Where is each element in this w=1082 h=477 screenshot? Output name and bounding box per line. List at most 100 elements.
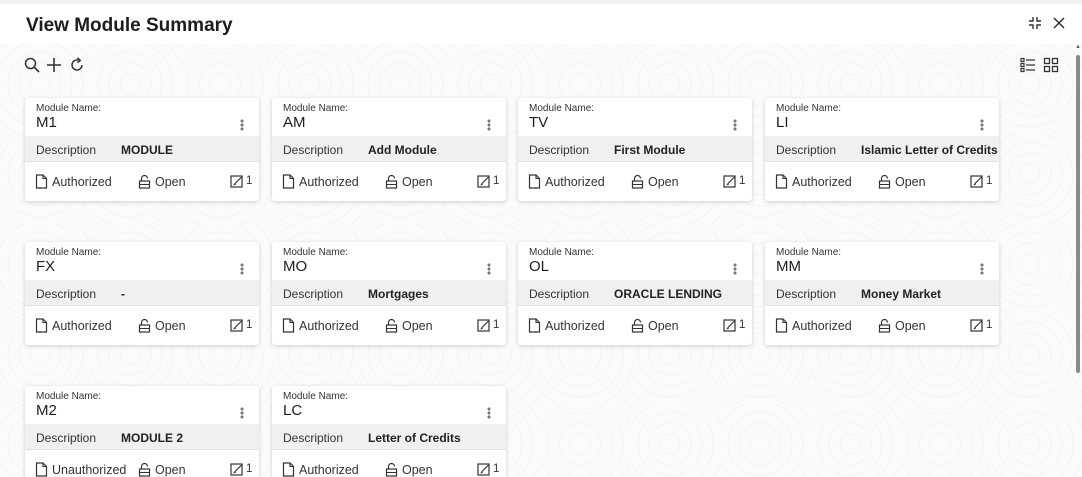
lock-status[interactable]: Open	[385, 318, 433, 333]
edit-count[interactable]: 1	[477, 174, 499, 188]
scroll-up-arrow[interactable]: ▲	[1075, 44, 1081, 50]
more-options-icon[interactable]	[977, 262, 987, 276]
lock-status[interactable]: Open	[385, 462, 433, 477]
module-card[interactable]: Module Name: FX Description - Authorized…	[25, 242, 259, 345]
module-card[interactable]: Module Name: MM Description Money Market	[765, 242, 999, 345]
module-name-label: Module Name:	[529, 247, 595, 258]
edit-icon	[723, 174, 737, 188]
module-card[interactable]: Module Name: TV Description First Module	[518, 98, 752, 201]
edit-count-value: 1	[493, 175, 500, 187]
auth-status[interactable]: Authorized	[528, 174, 605, 189]
auth-status[interactable]: Authorized	[775, 174, 852, 189]
description-value: Mortgages	[368, 287, 429, 301]
module-name-label: Module Name:	[776, 103, 842, 114]
auth-status[interactable]: Authorized	[35, 174, 112, 189]
lock-status[interactable]: Open	[878, 174, 926, 189]
edit-count[interactable]: 1	[477, 462, 499, 476]
more-options-icon[interactable]	[237, 262, 247, 276]
list-view-icon[interactable]	[1018, 55, 1038, 75]
lock-status[interactable]: Open	[878, 318, 926, 333]
edit-count[interactable]: 1	[230, 174, 252, 188]
module-card[interactable]: Module Name: M1 Description MODULE Autho…	[25, 98, 259, 201]
lock-status[interactable]: Open	[385, 174, 433, 189]
card-footer: Authorized Open 1	[272, 306, 506, 345]
edit-icon	[723, 318, 737, 332]
more-options-icon[interactable]	[237, 406, 247, 420]
unlock-icon	[631, 174, 644, 189]
auth-status[interactable]: Authorized	[775, 318, 852, 333]
module-card[interactable]: Module Name: M2 Description MODULE 2 Una…	[25, 386, 259, 477]
auth-status[interactable]: Unauthorized	[35, 462, 126, 477]
card-header: Module Name: M1	[25, 98, 259, 136]
more-options-icon[interactable]	[730, 118, 740, 132]
unlock-icon	[631, 318, 644, 333]
module-name-label: Module Name:	[529, 103, 595, 114]
more-options-icon[interactable]	[484, 118, 494, 132]
search-icon[interactable]	[22, 55, 42, 75]
lock-status[interactable]: Open	[138, 174, 186, 189]
more-options-icon[interactable]	[484, 262, 494, 276]
lock-status-label: Open	[895, 318, 926, 333]
edit-count-value: 1	[739, 175, 746, 187]
lock-status[interactable]: Open	[631, 318, 679, 333]
unlock-icon	[138, 174, 151, 189]
description-value: Add Module	[368, 143, 437, 157]
refresh-icon[interactable]	[67, 55, 87, 75]
maximize-icon[interactable]	[1024, 12, 1046, 34]
auth-status-label: Authorized	[792, 174, 852, 189]
module-card[interactable]: Module Name: MO Description Mortgages Au…	[272, 242, 506, 345]
edit-count[interactable]: 1	[970, 174, 992, 188]
auth-status[interactable]: Authorized	[282, 318, 359, 333]
lock-status-label: Open	[402, 174, 433, 189]
module-card[interactable]: Module Name: AM Description Add Module A…	[272, 98, 506, 201]
document-status-icon	[282, 174, 295, 189]
more-options-icon[interactable]	[237, 118, 247, 132]
document-status-icon	[775, 174, 788, 189]
auth-status-label: Authorized	[545, 174, 605, 189]
unlock-icon	[878, 174, 891, 189]
card-footer: Authorized Open 1	[272, 162, 506, 201]
description-row: Description MODULE	[25, 136, 259, 162]
card-header: Module Name: M2	[25, 386, 259, 424]
close-icon[interactable]	[1048, 12, 1070, 34]
lock-status[interactable]: Open	[138, 318, 186, 333]
edit-count-value: 1	[986, 175, 993, 187]
card-header: Module Name: TV	[518, 98, 752, 136]
description-label: Description	[283, 431, 344, 445]
module-name-value: TV	[529, 114, 549, 131]
edit-icon	[970, 318, 984, 332]
auth-status[interactable]: Authorized	[35, 318, 112, 333]
auth-status[interactable]: Authorized	[282, 174, 359, 189]
auth-status-label: Authorized	[545, 318, 605, 333]
module-card[interactable]: Module Name: LC Description Letter of Cr…	[272, 386, 506, 477]
module-card[interactable]: Module Name: LI Description Islamic Lett…	[765, 98, 999, 201]
edit-count[interactable]: 1	[970, 318, 992, 332]
add-icon[interactable]	[44, 55, 64, 75]
lock-status-label: Open	[648, 174, 679, 189]
scrollbar[interactable]	[1076, 55, 1080, 373]
module-name-value: M2	[36, 402, 57, 419]
edit-count[interactable]: 1	[230, 318, 252, 332]
auth-status[interactable]: Authorized	[528, 318, 605, 333]
auth-status[interactable]: Authorized	[282, 462, 359, 477]
edit-count[interactable]: 1	[723, 318, 745, 332]
description-row: Description Add Module	[272, 136, 506, 162]
edit-count[interactable]: 1	[723, 174, 745, 188]
document-status-icon	[35, 462, 48, 477]
grid-view-icon[interactable]	[1041, 55, 1061, 75]
module-card[interactable]: Module Name: OL Description ORACLE LENDI…	[518, 242, 752, 345]
lock-status-label: Open	[895, 174, 926, 189]
more-options-icon[interactable]	[977, 118, 987, 132]
lock-status[interactable]: Open	[138, 462, 186, 477]
more-options-icon[interactable]	[730, 262, 740, 276]
edit-count[interactable]: 1	[477, 318, 499, 332]
edit-count[interactable]: 1	[230, 462, 252, 476]
description-value: MODULE	[121, 143, 173, 157]
more-options-icon[interactable]	[484, 406, 494, 420]
unlock-icon	[878, 318, 891, 333]
lock-status[interactable]: Open	[631, 174, 679, 189]
unlock-icon	[385, 462, 398, 477]
card-header: Module Name: AM	[272, 98, 506, 136]
card-header: Module Name: LC	[272, 386, 506, 424]
module-name-label: Module Name:	[36, 103, 102, 114]
